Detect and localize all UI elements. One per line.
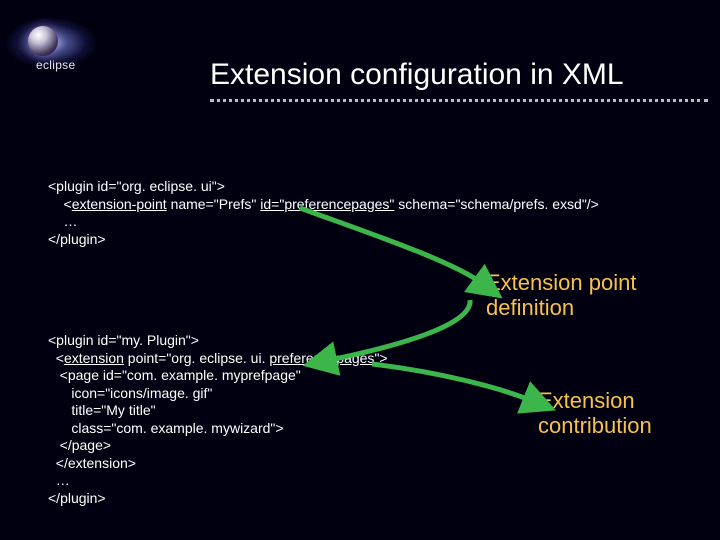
logo-orb: [28, 26, 58, 56]
label-extension-point-definition: Extension point definition: [486, 270, 636, 321]
keyword-extension-point: extension-point: [72, 196, 167, 212]
code-block-contribution: <plugin id="my. Plugin"> <extension poin…: [48, 332, 388, 507]
slide-title: Extension configuration in XML: [210, 58, 702, 92]
code-text: point="org. eclipse. ui.: [124, 350, 269, 366]
code-text: schema="schema/prefs. exsd"/>: [394, 196, 598, 212]
code-line: </plugin>: [48, 231, 106, 247]
label-line: Extension point: [486, 270, 636, 295]
code-line: </extension>: [48, 455, 136, 471]
code-line: title="My title": [48, 402, 156, 418]
brand-text: eclipse: [36, 58, 75, 72]
code-line: </plugin>: [48, 490, 106, 506]
title-underline: [210, 99, 708, 102]
code-line: icon="icons/image. gif": [48, 385, 212, 401]
code-text: ">: [374, 350, 387, 366]
attr-id-prefpages: id="preferencepages": [260, 196, 394, 212]
label-extension-contribution: Extension contribution: [538, 388, 652, 439]
label-line: contribution: [538, 413, 652, 438]
code-line: </page>: [48, 437, 111, 453]
code-line: class="com. example. mywizard">: [48, 420, 284, 436]
code-line: …: [48, 213, 78, 229]
eclipse-logo: eclipse: [6, 14, 102, 74]
code-line: <plugin id="org. eclipse. ui">: [48, 178, 225, 194]
arrow-to-contribution: [372, 364, 530, 400]
keyword-extension: extension: [64, 350, 124, 366]
code-text: name="Prefs": [167, 196, 261, 212]
code-line-indent: <: [48, 196, 72, 212]
label-line: Extension: [538, 388, 635, 413]
code-line: <plugin id="my. Plugin">: [48, 332, 199, 348]
code-text: <: [48, 350, 64, 366]
code-line: <page id="com. example. myprefpage": [48, 367, 301, 383]
point-preferencepages: preferencepages: [269, 350, 374, 366]
code-line: …: [48, 472, 70, 488]
label-line: definition: [486, 295, 574, 320]
code-block-definition: <plugin id="org. eclipse. ui"> <extensio…: [48, 178, 704, 248]
